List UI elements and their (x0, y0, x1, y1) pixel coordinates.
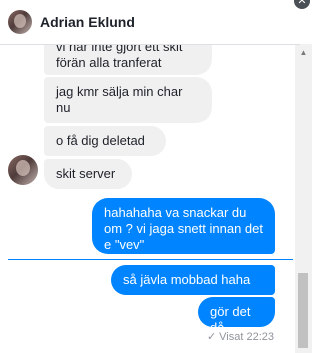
scrollbar-thumb[interactable] (298, 273, 308, 348)
seen-text: Visat 22:23 (219, 331, 274, 343)
scrollbar[interactable]: ▲ (295, 44, 312, 353)
message-incoming: vi har inte gjort ett skit förän alla tr… (44, 44, 212, 75)
contact-name[interactable]: Adrian Eklund (40, 14, 135, 30)
message-outgoing: så jävla mobbad haha (111, 265, 275, 295)
message-incoming: o få dig deletad (44, 126, 166, 156)
scroll-up-icon[interactable]: ▲ (295, 44, 312, 61)
message-outgoing: hahahaha va snackar du om ? vi jaga snet… (92, 198, 275, 254)
divider (8, 259, 293, 260)
message-incoming: skit server (44, 159, 132, 189)
message-incoming: jag kmr sälja min char nu (44, 77, 212, 123)
seen-status: ✓ Visat 22:23 (207, 330, 274, 343)
avatar[interactable] (8, 10, 32, 34)
message-thread: vi har inte gjort ett skit förän alla tr… (0, 44, 300, 353)
chat-header: Adrian Eklund (0, 0, 300, 45)
message-outgoing: gör det då (198, 297, 275, 335)
avatar[interactable] (8, 155, 38, 185)
check-icon: ✓ (206, 331, 217, 343)
